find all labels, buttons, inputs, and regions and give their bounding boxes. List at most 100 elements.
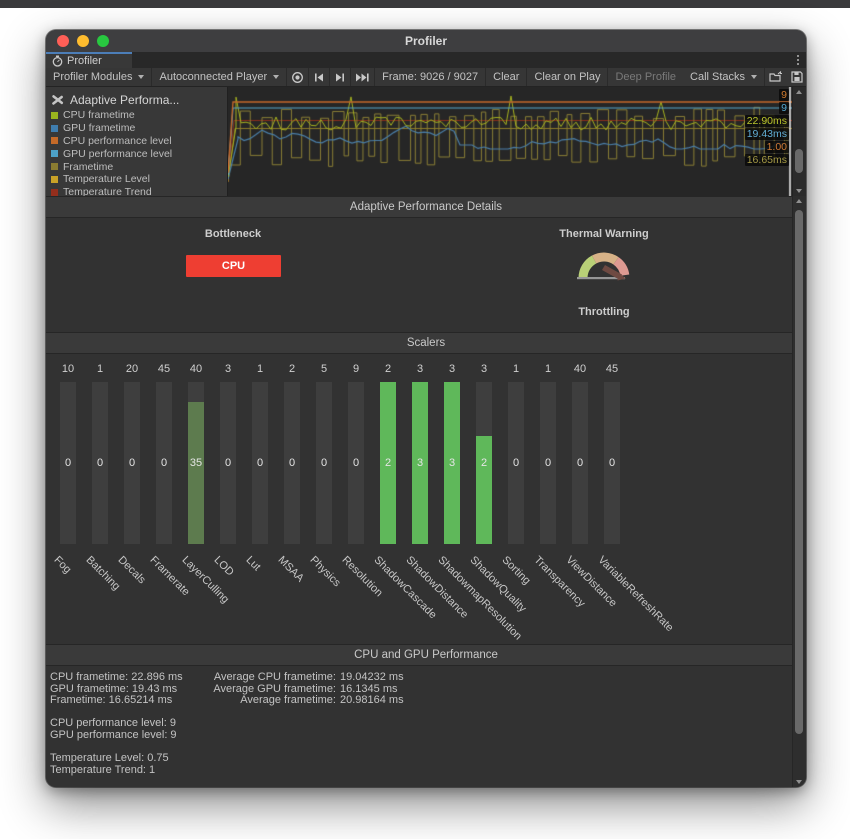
save-profile-button[interactable] [787, 68, 806, 86]
record-button[interactable] [287, 68, 309, 86]
legend-swatch-icon [51, 189, 58, 196]
scaler-column[interactable]: 30LOD [212, 362, 244, 544]
legend-item[interactable]: GPU performance level [51, 147, 227, 160]
scalers-section-header: Scalers [46, 332, 806, 354]
chart-value-chip: 1.00 [765, 141, 789, 153]
scalers-header-label: Scalers [407, 337, 445, 349]
scaler-bar: 0 [252, 382, 268, 544]
title-bar: Profiler [46, 30, 806, 52]
frame-counter: Frame: 9026 / 9027 [375, 68, 486, 86]
load-profile-button[interactable] [765, 68, 787, 86]
details-header-label: Adaptive Performance Details [350, 201, 502, 213]
scaler-max-value: 40 [180, 362, 212, 376]
scaler-max-value: 40 [564, 362, 596, 376]
tab-profiler[interactable]: Profiler [46, 52, 132, 68]
legend-item[interactable]: Temperature Trend [51, 186, 227, 196]
scaler-bar: 0 [220, 382, 236, 544]
call-stacks-dropdown[interactable]: Call Stacks [683, 68, 765, 86]
details-scrollbar-thumb[interactable] [795, 210, 803, 734]
scaler-max-value: 9 [340, 362, 372, 376]
target-selection-label: Autoconnected Player [159, 71, 267, 83]
perf-stat-label: Average frametime: [206, 695, 336, 707]
legend-swatch-icon [51, 163, 58, 170]
module-header[interactable]: Adaptive Performa... [51, 90, 227, 109]
scroll-up-icon[interactable] [796, 199, 802, 203]
scaler-current-level: 0 [60, 457, 76, 469]
perf-stat-line: CPU frametime: 22.896 ms [50, 672, 183, 684]
scaler-column[interactable]: 100Fog [52, 362, 84, 544]
save-icon [791, 71, 803, 83]
scaler-current-level: 0 [156, 457, 172, 469]
clear-button[interactable]: Clear [486, 68, 527, 86]
chart-scrollbar-thumb[interactable] [795, 149, 803, 173]
chart-value-chip: 22.90ms [745, 115, 789, 127]
scaler-column[interactable]: 50Physics [308, 362, 340, 544]
scaler-name-label: MSAA [276, 554, 307, 585]
legend-item[interactable]: CPU frametime [51, 109, 227, 122]
scaler-current-level: 0 [572, 457, 588, 469]
profiler-modules-dropdown[interactable]: Profiler Modules [46, 68, 152, 86]
deep-profile-button[interactable]: Deep Profile [608, 68, 683, 86]
scroll-up-icon[interactable] [796, 90, 802, 94]
chart-value-chip: 9 [779, 89, 789, 101]
thermal-state-label: Throttling [578, 306, 629, 318]
scaler-current-level: 0 [284, 457, 300, 469]
legend-item[interactable]: GPU frametime [51, 122, 227, 135]
scaler-max-value: 1 [500, 362, 532, 376]
scroll-down-icon[interactable] [796, 189, 802, 193]
scaler-column[interactable]: 10Lut [244, 362, 276, 544]
performance-chart[interactable] [228, 87, 793, 196]
next-frame-button[interactable] [330, 68, 351, 86]
scaler-column[interactable]: 450VariableRefreshRate [596, 362, 628, 544]
scaler-column[interactable]: 10Transparency [532, 362, 564, 544]
scaler-current-level: 0 [92, 457, 108, 469]
scaler-max-value: 45 [148, 362, 180, 376]
scaler-column[interactable]: 450Framerate [148, 362, 180, 544]
scaler-max-value: 10 [52, 362, 84, 376]
module-chart-row: Adaptive Performa... CPU frametimeGPU fr… [46, 87, 806, 196]
scaler-column[interactable]: 32ShadowQuality [468, 362, 500, 544]
previous-frame-button[interactable] [309, 68, 330, 86]
legend-item-label: GPU performance level [63, 148, 172, 160]
legend-item[interactable]: Frametime [51, 160, 227, 173]
scaler-max-value: 1 [84, 362, 116, 376]
scaler-column[interactable]: 4035LayerCulling [180, 362, 212, 544]
zoom-window-button[interactable] [97, 35, 109, 47]
clear-button-label: Clear [493, 71, 519, 83]
scaler-column[interactable]: 10Sorting [500, 362, 532, 544]
scroll-down-icon[interactable] [796, 780, 802, 784]
scaler-column[interactable]: 20MSAA [276, 362, 308, 544]
scaler-current-level: 0 [508, 457, 524, 469]
tab-menu-icon[interactable] [793, 55, 803, 65]
scaler-bar: 0 [540, 382, 556, 544]
scaler-column[interactable]: 10Batching [84, 362, 116, 544]
perf-section-header: CPU and GPU Performance [46, 644, 806, 666]
current-frame-button[interactable] [351, 68, 375, 86]
scaler-name-label: LOD [212, 554, 236, 578]
scaler-column[interactable]: 33ShadowmapResolution [436, 362, 468, 544]
scaler-bar: 0 [316, 382, 332, 544]
close-window-button[interactable] [57, 35, 69, 47]
minimize-window-button[interactable] [77, 35, 89, 47]
scaler-column[interactable]: 200Decals [116, 362, 148, 544]
chevron-down-icon [751, 75, 757, 79]
perf-stat-line: Average frametime:20.98164 ms [206, 695, 404, 707]
chart-scrollbar[interactable] [792, 87, 806, 196]
scaler-max-value: 3 [436, 362, 468, 376]
target-selection-dropdown[interactable]: Autoconnected Player [152, 68, 287, 86]
scaler-column[interactable]: 400ViewDistance [564, 362, 596, 544]
chart-value-labels: 9922.90ms19.43ms1.0016.65ms [745, 89, 789, 166]
scaler-bar: 0 [508, 382, 524, 544]
scaler-column[interactable]: 22ShadowCascade [372, 362, 404, 544]
perf-stat-line: Average CPU frametime:19.04232 ms [206, 672, 404, 684]
window-title: Profiler [405, 34, 447, 48]
scaler-current-level: 0 [540, 457, 556, 469]
legend-item[interactable]: Temperature Level [51, 173, 227, 186]
legend-item[interactable]: CPU performance level [51, 135, 227, 148]
scaler-max-value: 45 [596, 362, 628, 376]
scaler-column[interactable]: 33ShadowDistance [404, 362, 436, 544]
scaler-column[interactable]: 90Resolution [340, 362, 372, 544]
clear-on-play-button[interactable]: Clear on Play [527, 68, 608, 86]
details-scrollbar[interactable] [792, 196, 806, 787]
tab-label: Profiler [67, 55, 102, 67]
